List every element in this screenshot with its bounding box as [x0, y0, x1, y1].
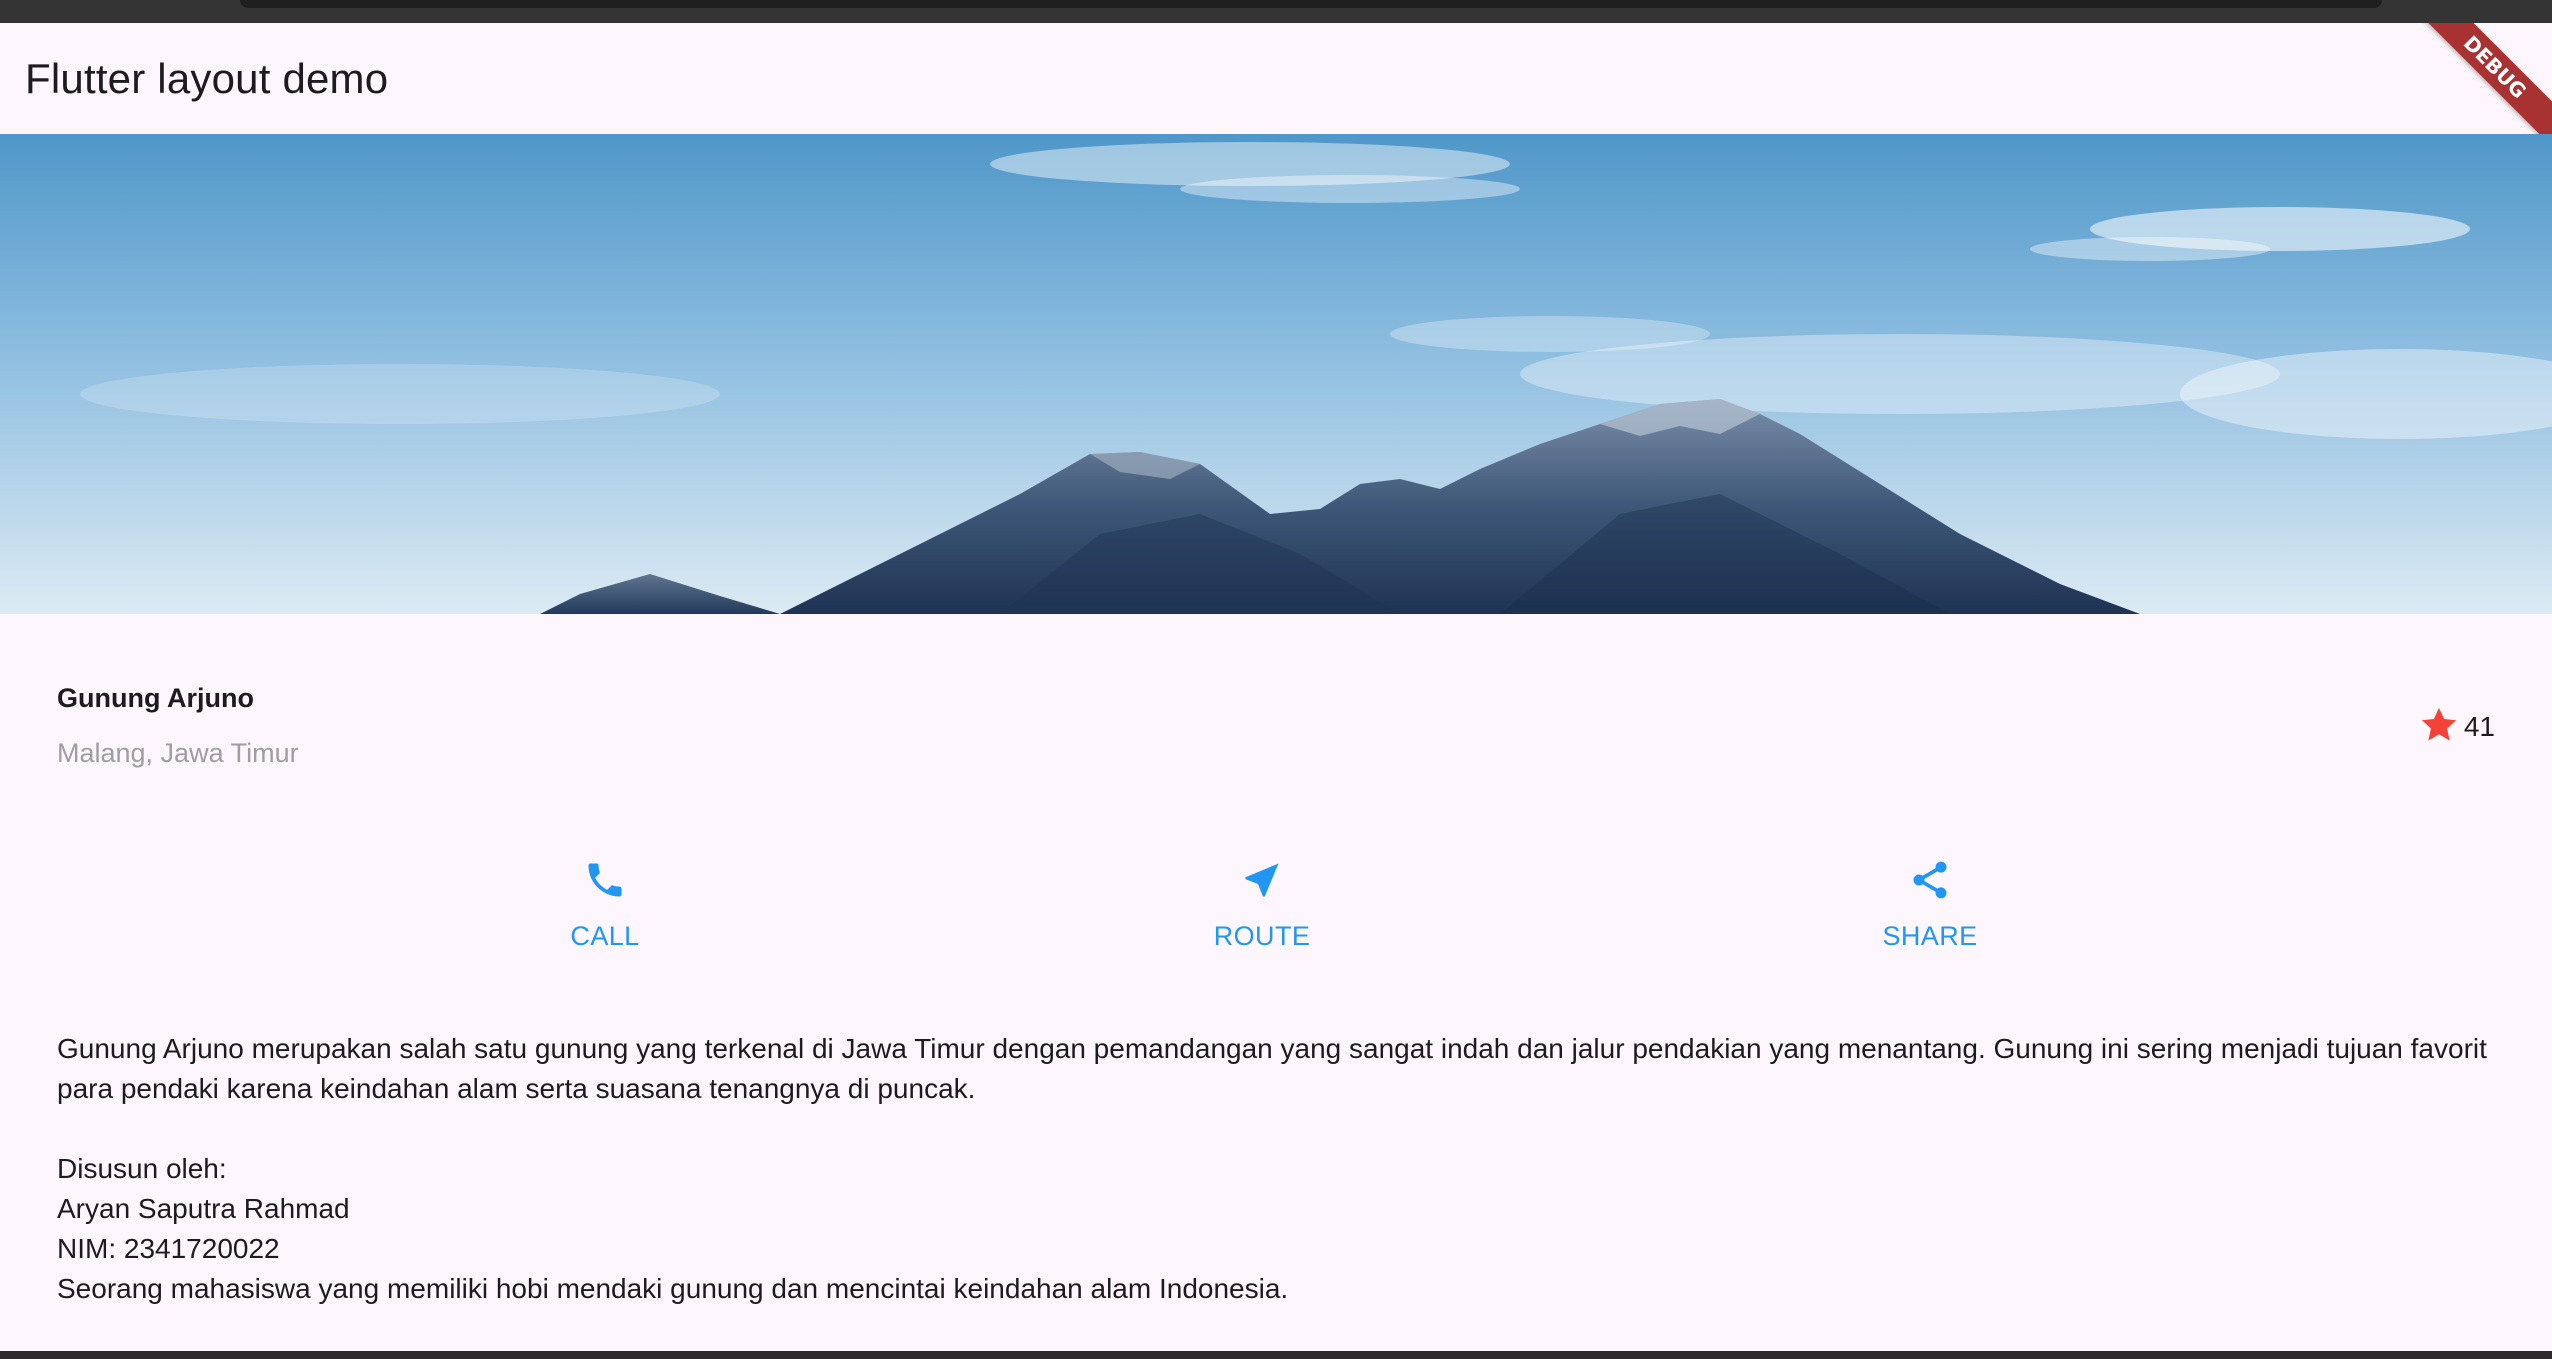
window-chrome: [240, 0, 2382, 8]
route-button[interactable]: ROUTE: [1202, 858, 1322, 952]
place-name: Gunung Arjuno: [57, 683, 254, 713]
share-button[interactable]: SHARE: [1875, 858, 1985, 952]
rating-count: 41: [2463, 711, 2495, 742]
app-bar-title: Flutter layout demo: [25, 55, 389, 102]
app-screen: Flutter layout demo DEBUG Gunung Arjuno …: [0, 23, 2552, 1351]
call-label: CALL: [570, 921, 640, 951]
star-icon[interactable]: [2418, 704, 2460, 751]
window-top-bar: [0, 0, 2552, 23]
route-label: ROUTE: [1213, 921, 1311, 951]
hero-image: [0, 134, 2552, 614]
window-bottom-bar: [0, 1351, 2552, 1359]
call-button[interactable]: CALL: [570, 858, 640, 952]
button-section: CALL ROUTE SHARE: [0, 858, 2552, 968]
description-text: Gunung Arjuno merupakan salah satu gunun…: [57, 1033, 2487, 1304]
phone-icon: [583, 858, 627, 907]
app-bar: Flutter layout demo: [0, 23, 2552, 134]
share-icon: [1908, 858, 1952, 907]
navigation-icon: [1240, 858, 1284, 907]
rating: 41: [2418, 705, 2495, 749]
title-section: Gunung Arjuno Malang, Jawa Timur 41: [57, 683, 2495, 793]
place-location: Malang, Jawa Timur: [57, 738, 299, 768]
share-label: SHARE: [1882, 921, 1978, 951]
mountain-landscape-image: [0, 134, 2552, 614]
